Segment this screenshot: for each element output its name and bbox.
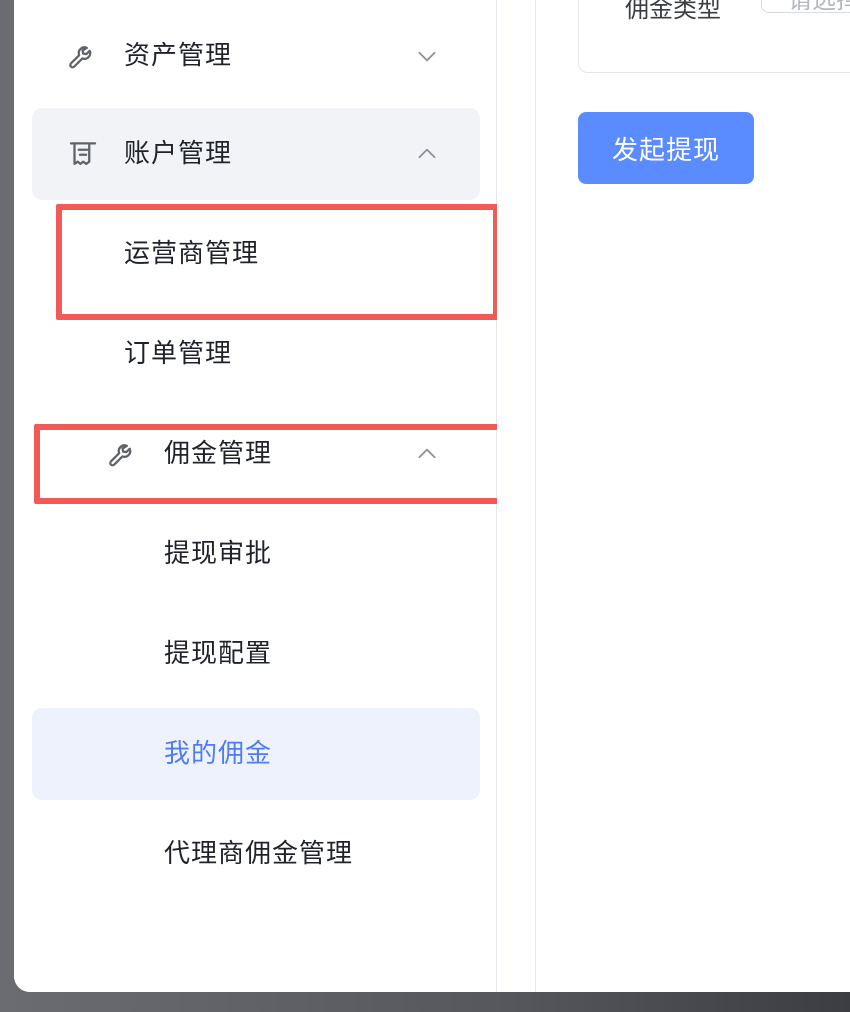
sidebar-item-account-management[interactable]: 账户管理 [32,108,480,200]
app-window: 资产管理 账户管理 运营商管理 订单管理 佣金管理 提现审批 提现配置 我的佣金… [14,0,850,992]
sidebar-item-label: 订单管理 [124,339,233,369]
sidebar-item-withdrawal-config[interactable]: 提现配置 [32,608,480,700]
sidebar-item-asset-management[interactable]: 资产管理 [32,10,480,102]
highlight-box-commission [34,424,550,504]
receipt-icon [69,142,97,166]
sidebar-item-agent-commission-management[interactable]: 代理商佣金管理 [32,808,480,900]
filter-card: 佣金类型 请选择 [578,0,850,73]
wrench-icon [69,46,92,69]
withdraw-button[interactable]: 发起提现 [578,112,754,184]
sidebar-menu: 资产管理 账户管理 运营商管理 订单管理 佣金管理 提现审批 提现配置 我的佣金… [14,0,550,992]
filter-label: 佣金类型 [625,0,721,23]
sidebar-divider [497,0,536,992]
chevron-up-icon[interactable] [414,141,440,167]
sidebar-item-label: 我的佣金 [164,739,273,769]
highlight-box-operator [56,204,499,320]
chevron-down-icon[interactable] [414,43,440,69]
sidebar-item-label: 代理商佣金管理 [164,839,354,869]
sidebar-item-label: 账户管理 [124,139,233,169]
commission-type-select[interactable]: 请选择 [761,0,850,13]
sidebar-item-label: 资产管理 [124,41,233,71]
main-content: 佣金类型 请选择 发起提现 [536,0,850,992]
sidebar-item-withdrawal-approval[interactable]: 提现审批 [32,508,480,600]
sidebar-item-label: 提现配置 [164,639,273,669]
sidebar-item-order-management[interactable]: 订单管理 [32,308,480,400]
sidebar-item-my-commission[interactable]: 我的佣金 [32,708,480,800]
sidebar-item-label: 提现审批 [164,539,273,569]
